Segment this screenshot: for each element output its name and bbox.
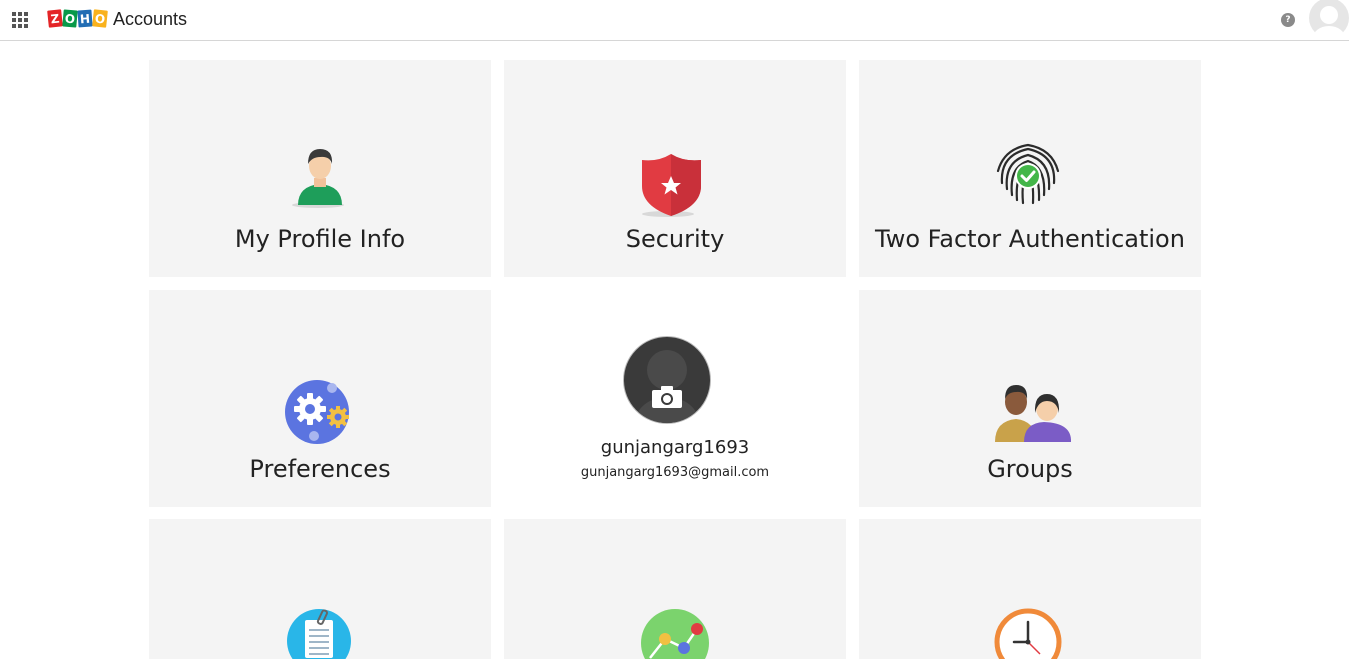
help-icon[interactable]: ? — [1281, 13, 1295, 27]
tile-my-profile-info[interactable]: My Profile Info — [149, 60, 491, 277]
shield-icon — [640, 152, 704, 222]
logo-letter: O — [62, 9, 78, 28]
tile-security[interactable]: Security — [504, 60, 846, 277]
tile-groups[interactable]: Groups — [859, 290, 1201, 507]
camera-icon[interactable] — [651, 385, 683, 413]
clipboard-icon — [286, 608, 352, 663]
tile-history[interactable] — [859, 519, 1201, 663]
gears-icon — [284, 379, 352, 449]
user-avatar[interactable] — [1308, 0, 1349, 36]
group-icon — [994, 379, 1074, 449]
clock-icon — [994, 608, 1062, 663]
profile-card: gunjangarg1693 gunjangarg1693@gmail.com — [504, 290, 846, 507]
top-bar: Z O H O Accounts ? — [0, 0, 1349, 41]
app-title: Accounts — [113, 9, 188, 29]
tile-activity[interactable] — [149, 519, 491, 663]
tile-label: Security — [625, 225, 725, 253]
profile-username: gunjangarg1693 — [600, 437, 750, 458]
tile-preferences[interactable]: Preferences — [149, 290, 491, 507]
user-icon — [290, 146, 350, 212]
tile-label: My Profile Info — [234, 225, 406, 253]
tile-label: Preferences — [249, 455, 391, 483]
logo-letter: Z — [47, 9, 63, 28]
profile-email: gunjangarg1693@gmail.com — [580, 465, 770, 480]
logo-letter: H — [77, 9, 93, 28]
app-grid-icon[interactable] — [12, 12, 28, 28]
fingerprint-icon — [994, 143, 1062, 215]
tile-label: Two Factor Authentication — [875, 225, 1185, 253]
logo-letter: O — [92, 9, 108, 28]
profile-photo[interactable] — [623, 336, 711, 424]
tile-two-factor-authentication[interactable]: Two Factor Authentication — [859, 60, 1201, 277]
zoho-logo[interactable]: Z O H O — [47, 9, 108, 30]
graph-icon — [640, 608, 710, 663]
tile-label: Groups — [987, 455, 1073, 483]
tile-sessions[interactable] — [504, 519, 846, 663]
